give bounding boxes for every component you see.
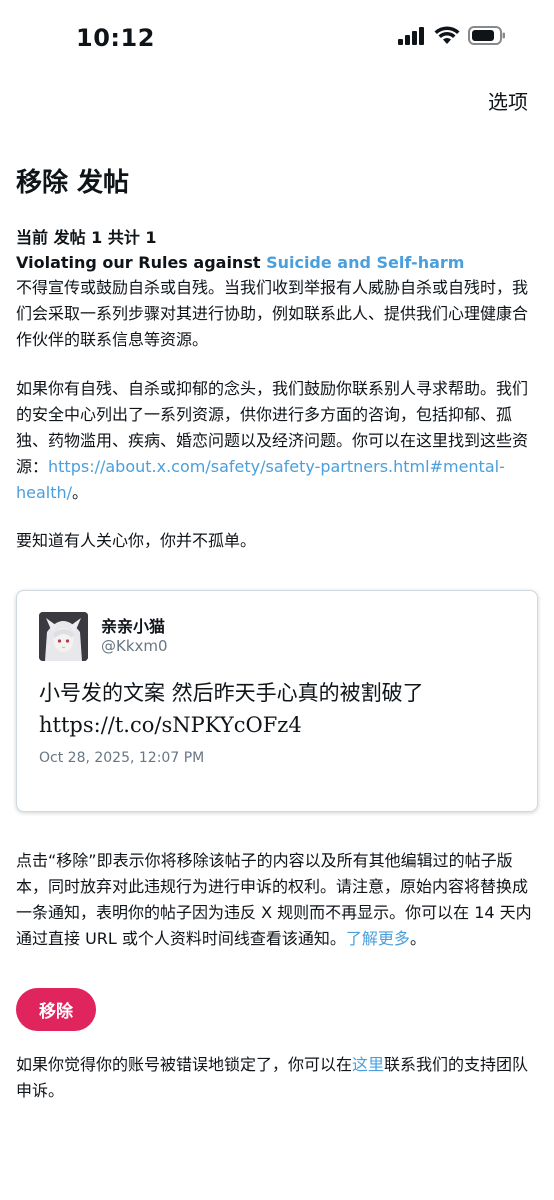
appeal-text: 如果你觉得你的账号被错误地锁定了，你可以在 bbox=[16, 1055, 353, 1074]
learn-more-link[interactable]: 了解更多 bbox=[346, 929, 410, 948]
status-icons bbox=[398, 26, 506, 45]
safety-partners-link[interactable]: https://about.x.com/safety/safety-partne… bbox=[16, 457, 505, 502]
post-text: 小号发的文案 然后昨天手心真的被割破了 https://t.co/sNPKYcO… bbox=[39, 677, 519, 741]
battery-icon bbox=[468, 26, 505, 45]
removal-notice-text: 点击“移除”即表示你将移除该帖子的内容以及所有其他编辑过的帖子版本，同时放弃对此… bbox=[16, 851, 532, 948]
current-post-count: 当前 发帖 1 共计 1 bbox=[16, 228, 157, 247]
embedded-post-card[interactable]: 亲亲小猫 @Kkxm0 小号发的文案 然后昨天手心真的被割破了 https://… bbox=[16, 590, 538, 812]
author-name[interactable]: 亲亲小猫 bbox=[101, 613, 165, 637]
help-resources-end: 。 bbox=[72, 483, 89, 502]
page-title: 移除 发帖 bbox=[16, 168, 130, 198]
remove-button[interactable]: 移除 bbox=[16, 988, 96, 1031]
status-time: 10:12 bbox=[76, 24, 155, 52]
avatar[interactable] bbox=[39, 612, 88, 661]
post-timestamp: Oct 28, 2025, 12:07 PM bbox=[39, 750, 205, 766]
help-resources-paragraph: 如果你有自残、自杀或抑郁的念头，我们鼓励你联系别人寻求帮助。我们的安全中心列出了… bbox=[16, 376, 538, 506]
violated-rule: Violating our Rules against Suicide and … bbox=[16, 253, 538, 273]
author-handle[interactable]: @Kkxm0 bbox=[101, 637, 168, 655]
not-alone-message: 要知道有人关心你，你并不孤单。 bbox=[16, 531, 257, 550]
appeal-link[interactable]: 这里 bbox=[352, 1055, 384, 1074]
appeal-notice: 如果你觉得你的账号被错误地锁定了，你可以在这里联系我们的支持团队申诉。 bbox=[16, 1052, 538, 1104]
removal-notice-end: 。 bbox=[409, 929, 426, 948]
post-link[interactable]: https://t.co/sNPKYcOFz4 bbox=[39, 709, 519, 741]
rule-link[interactable]: Suicide and Self-harm bbox=[266, 253, 464, 272]
rule-prefix: Violating our Rules against bbox=[16, 253, 267, 272]
status-bar: 10:12 bbox=[0, 0, 554, 72]
removal-notice: 点击“移除”即表示你将移除该帖子的内容以及所有其他编辑过的帖子版本，同时放弃对此… bbox=[16, 848, 538, 952]
post-text-line: 小号发的文案 然后昨天手心真的被割破了 bbox=[39, 681, 424, 705]
options-button[interactable]: 选项 bbox=[488, 86, 528, 115]
rule-description: 不得宣传或鼓励自杀或自残。当我们收到举报有人威胁自杀或自残时，我们会采取一系列步… bbox=[16, 278, 529, 349]
wifi-icon bbox=[434, 26, 460, 44]
cellular-signal-icon bbox=[398, 26, 424, 45]
remove-post-page: 10:12 选项 移除 发帖 当前 发帖 1 共计 1 Violating ou… bbox=[0, 0, 554, 1200]
